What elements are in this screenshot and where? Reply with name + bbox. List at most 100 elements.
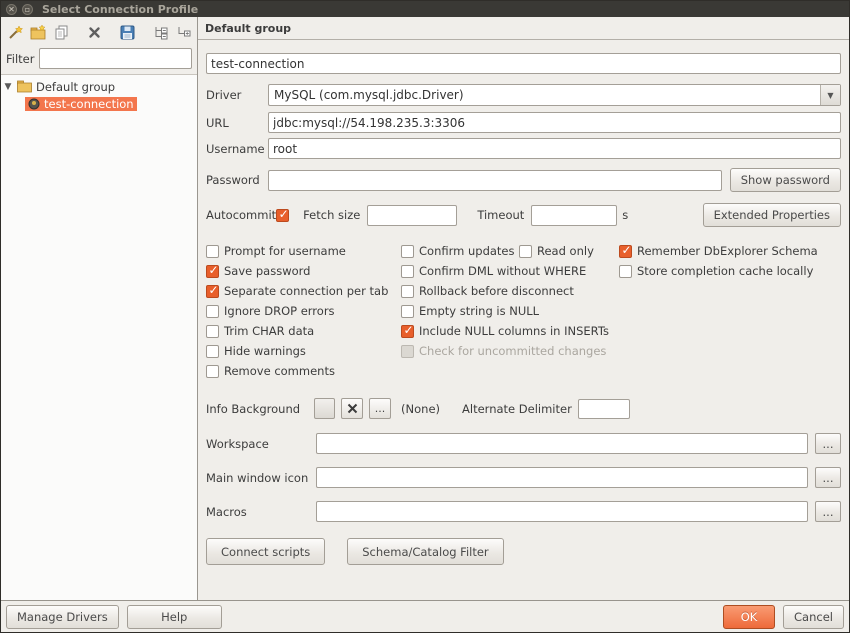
checkbox-label: Include NULL columns in INSERTs [419,324,609,338]
checkbox-label: Check for uncommitted changes [419,344,606,358]
dialog-footer: Manage Drivers Help OK Cancel [1,600,849,632]
timeout-label: Timeout [477,208,524,222]
collapse-all-icon [175,24,192,41]
checkbox-label: Separate connection per tab [224,284,388,298]
checkbox-box [206,305,219,318]
checkbox-include-null-columns-in-inserts[interactable]: Include NULL columns in INSERTs [401,324,619,338]
checkbox-box [206,325,219,338]
checkbox-box [401,345,414,358]
checkbox-hide-warnings[interactable]: Hide warnings [206,344,401,358]
workspace-browse-button[interactable]: ... [815,433,841,454]
driver-label: Driver [206,88,268,102]
window-close-icon[interactable]: ✕ [6,4,17,15]
macros-input[interactable] [316,501,808,522]
new-profile-button[interactable] [6,22,25,42]
connect-scripts-button[interactable]: Connect scripts [206,538,325,565]
username-input[interactable] [268,138,841,159]
checkbox-check-for-uncommitted-changes: Check for uncommitted changes [401,344,619,358]
tree-expander-icon[interactable]: ▼ [3,82,13,92]
driver-combobox[interactable]: MySQL (com.mysql.jdbc.Driver) ▼ [268,84,841,106]
main-window-icon-input[interactable] [316,467,808,488]
save-icon [119,24,136,41]
timeout-unit: s [622,208,628,222]
new-group-button[interactable] [29,22,48,42]
checkbox-label: Remember DbExplorer Schema [637,244,818,258]
ok-button[interactable]: OK [723,605,775,629]
filter-input[interactable] [39,48,192,69]
info-background-label: Info Background [206,402,300,416]
clear-color-button[interactable] [341,398,363,419]
checkbox-read-only[interactable]: Read only [519,244,619,258]
checkbox-label: Read only [537,244,594,258]
checkbox-trim-char-data[interactable]: Trim CHAR data [206,324,401,338]
checkbox-remove-comments[interactable]: Remove comments [206,364,401,378]
checkbox-separate-connection-per-tab[interactable]: Separate connection per tab [206,284,401,298]
info-background-value: (None) [401,402,440,416]
checkbox-box [401,305,414,318]
copy-profile-icon [53,24,70,41]
window-minimize-icon[interactable]: ▫ [22,4,33,15]
alternate-delimiter-label: Alternate Delimiter [462,402,572,416]
delete-profile-button[interactable] [85,22,104,42]
profile-name-input[interactable] [206,53,841,74]
checkbox-label: Hide warnings [224,344,306,358]
checkbox-rollback-before-disconnect[interactable]: Rollback before disconnect [401,284,619,298]
folder-icon [17,80,32,93]
chevron-down-icon[interactable]: ▼ [820,85,840,105]
extended-properties-button[interactable]: Extended Properties [703,203,841,227]
manage-drivers-button[interactable]: Manage Drivers [6,605,119,629]
checkbox-label: Store completion cache locally [637,264,813,278]
copy-profile-button[interactable] [52,22,71,42]
show-password-button[interactable]: Show password [730,168,841,192]
scripts-row: Connect scripts Schema/Catalog Filter [206,538,841,565]
cancel-button[interactable]: Cancel [783,605,844,629]
password-input[interactable] [268,170,722,191]
checkbox-box [619,245,632,258]
checkbox-box [401,325,414,338]
main-window-icon-browse-button[interactable]: ... [815,467,841,488]
profile-list-panel: Filter ▼ Default group [1,17,198,600]
checkbox-label: Rollback before disconnect [419,284,574,298]
checkbox-label: Remove comments [224,364,335,378]
expand-all-icon [152,24,169,41]
checkbox-box [619,265,632,278]
checkbox-label: Confirm updates [419,244,515,258]
tree-group-default-group[interactable]: ▼ Default group [3,78,195,95]
checkbox-save-password[interactable]: Save password [206,264,401,278]
autocommit-checkbox[interactable] [276,209,289,222]
new-group-icon [30,24,47,41]
expand-all-button[interactable] [151,22,170,42]
tree-group-label: Default group [36,80,115,94]
autocommit-label: Autocommit [206,208,276,222]
clear-x-icon [347,403,358,414]
checkbox-confirm-updates[interactable]: Confirm updates [401,244,519,258]
checkbox-prompt-for-username[interactable]: Prompt for username [206,244,401,258]
dialog-body: Filter ▼ Default group [1,17,849,600]
checkbox-empty-string-is-null[interactable]: Empty string is NULL [401,304,619,318]
checkbox-label: Ignore DROP errors [224,304,335,318]
tree-item-test-connection[interactable]: test-connection [3,95,195,112]
url-input[interactable] [268,112,841,133]
checkbox-box [401,285,414,298]
checkbox-box [206,265,219,278]
pick-color-button[interactable]: ... [369,398,391,419]
autocommit-checkbox-box [276,209,289,222]
checkbox-box [401,245,414,258]
checkbox-confirm-dml-without-where[interactable]: Confirm DML without WHERE [401,264,619,278]
help-button[interactable]: Help [127,605,222,629]
macros-browse-button[interactable]: ... [815,501,841,522]
alternate-delimiter-input[interactable] [578,399,630,419]
save-profiles-button[interactable] [118,22,137,42]
timeout-input[interactable] [531,205,617,226]
checkbox-store-completion-cache[interactable]: Store completion cache locally [619,264,841,278]
editor-body: Driver MySQL (com.mysql.jdbc.Driver) ▼ U… [198,40,849,600]
workspace-input[interactable] [316,433,808,454]
checkbox-ignore-drop-errors[interactable]: Ignore DROP errors [206,304,401,318]
collapse-all-button[interactable] [174,22,193,42]
checkbox-remember-dbexplorer-schema[interactable]: Remember DbExplorer Schema [619,244,841,258]
schema-catalog-filter-button[interactable]: Schema/Catalog Filter [347,538,503,565]
info-background-swatch-button[interactable] [314,398,335,419]
checkbox-box [206,365,219,378]
checkbox-box [206,345,219,358]
fetch-size-input[interactable] [367,205,457,226]
